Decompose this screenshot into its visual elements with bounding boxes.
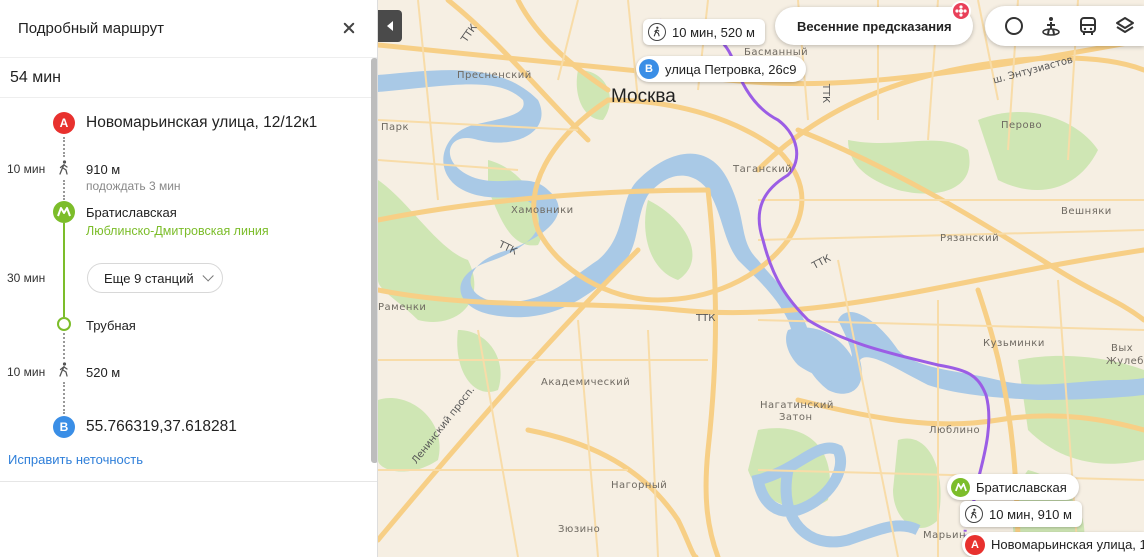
alight-station: Трубная <box>86 318 136 333</box>
traffic-icon[interactable] <box>995 7 1032 45</box>
map-layers-toolbar <box>985 6 1144 46</box>
walk2-time: 10 мин <box>7 365 46 379</box>
panel-header: Подробный маршрут <box>0 0 377 58</box>
walk1-wait-note: подождать 3 мин <box>86 179 181 193</box>
route-duration: 54 мин <box>0 58 377 98</box>
walk1-distance: 910 м <box>86 162 121 177</box>
road-label-ttk: ТТК <box>696 313 716 324</box>
chevron-down-icon <box>202 270 214 282</box>
divider <box>0 481 377 482</box>
report-inaccuracy-link[interactable]: Исправить неточность <box>8 452 143 467</box>
spring-predictions-button[interactable]: Весенние предсказания <box>775 7 973 45</box>
panorama-icon[interactable] <box>1032 7 1069 45</box>
end-point-pill[interactable]: B улица Петровка, 26с9 <box>636 56 807 82</box>
walk-path-1a <box>63 137 65 157</box>
district-label: Хамовники <box>511 205 574 216</box>
district-label: Пресненский <box>457 70 532 81</box>
layers-icon[interactable] <box>1107 7 1144 45</box>
district-label: Перово <box>1001 120 1043 131</box>
more-stations-label: Еще 9 станций <box>104 270 194 286</box>
walk-icon <box>57 362 71 378</box>
end-marker: B <box>53 416 75 438</box>
walk-path-2b <box>63 382 65 414</box>
duration-value: 54 мин <box>10 68 62 86</box>
district-label: Вых <box>1111 343 1134 354</box>
walk-icon <box>648 23 666 41</box>
end-point-address: улица Петровка, 26с9 <box>665 61 797 77</box>
district-label: Раменки <box>378 302 427 313</box>
metro-line-segment <box>63 223 65 317</box>
end-marker: B <box>639 59 659 79</box>
start-point-pill[interactable]: A Новомарьинская улица, 1 <box>962 532 1144 557</box>
district-label: Рязанский <box>940 233 1000 244</box>
close-icon[interactable] <box>339 19 359 39</box>
alight-station-marker <box>57 317 71 331</box>
walk2-distance: 520 м <box>86 365 121 380</box>
start-marker: A <box>53 112 75 134</box>
ride-time: 30 мин <box>7 271 46 285</box>
walk-path-1b <box>63 180 65 200</box>
station-pill[interactable]: Братиславская <box>947 474 1079 500</box>
transport-icon[interactable] <box>1070 7 1107 45</box>
walk-path-2a <box>63 333 65 359</box>
walk-time-text: 10 мин, 520 м <box>672 24 755 40</box>
road-label-ttk: ТТК <box>820 83 832 104</box>
metro-icon <box>53 201 75 223</box>
district-label: Академический <box>541 377 631 388</box>
district-label: Таганский <box>733 164 793 175</box>
walk-icon <box>965 505 983 523</box>
collapse-panel-button[interactable] <box>378 10 402 42</box>
walk-time-pill-bottom[interactable]: 10 мин, 910 м <box>960 501 1082 527</box>
start-marker: A <box>965 534 985 555</box>
walk-time-text: 10 мин, 910 м <box>989 506 1072 522</box>
district-label: Марьин <box>923 530 967 541</box>
district-label: Люблино <box>929 425 981 436</box>
district-label: Жулеб <box>1106 356 1144 367</box>
spring-predictions-label: Весенние предсказания <box>797 18 952 34</box>
walk1-time: 10 мин <box>7 162 46 176</box>
metro-icon <box>951 477 970 497</box>
panel-scrollbar[interactable] <box>371 58 377 463</box>
end-coordinates: 55.766319,37.618281 <box>86 418 237 435</box>
panel-title: Подробный маршрут <box>18 20 165 37</box>
walk-time-pill-top[interactable]: 10 мин, 520 м <box>643 19 765 45</box>
more-stations-button[interactable]: Еще 9 станций <box>87 263 223 293</box>
district-label: Вешняки <box>1061 206 1112 217</box>
metro-line-name: Люблинско-Дмитровская линия <box>86 224 269 238</box>
station-pill-label: Братиславская <box>976 479 1067 495</box>
board-station: Братиславская <box>86 205 177 220</box>
start-point-address: Новомарьинская улица, 1 <box>991 537 1144 552</box>
district-label: Зюзино <box>558 524 601 535</box>
start-address: Новомарьинская улица, 12/12к1 <box>86 114 318 131</box>
district-label: Парк <box>381 122 410 133</box>
route-panel: Подробный маршрут 54 мин A Новомарьинска… <box>0 0 378 557</box>
district-label: Затон <box>779 412 813 423</box>
collapse-arrow-icon <box>387 21 393 31</box>
district-label: Нагатинский <box>760 400 834 411</box>
district-label: Нагорный <box>611 480 668 491</box>
city-label: Москва <box>611 86 676 107</box>
district-label: Кузьминки <box>983 338 1045 349</box>
walk-icon <box>57 160 71 176</box>
flower-icon <box>951 1 971 21</box>
